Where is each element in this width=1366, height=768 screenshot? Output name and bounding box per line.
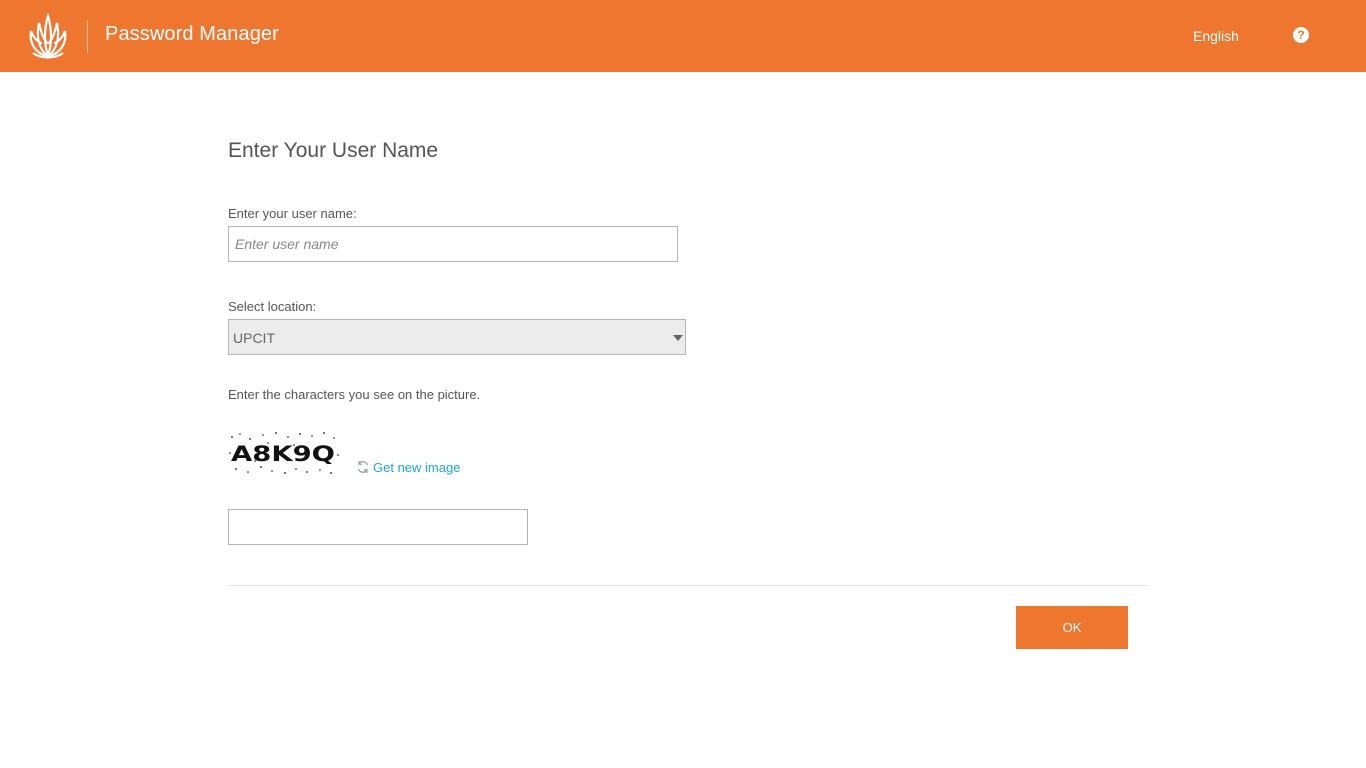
page-title: Enter Your User Name	[228, 139, 439, 162]
captcha-instruction: Enter the characters you see on the pict…	[228, 387, 481, 402]
company-logo-icon	[29, 13, 67, 59]
location-select-value: UPCIT	[233, 330, 275, 346]
captcha-input[interactable]	[228, 509, 528, 545]
captcha-image: A8K9Q	[229, 432, 339, 474]
location-label: Select location:	[228, 299, 317, 314]
chevron-down-icon	[673, 335, 683, 341]
refresh-icon[interactable]	[356, 460, 370, 474]
header-divider	[87, 20, 88, 53]
captcha-text: A8K9Q	[231, 442, 335, 466]
get-new-image-link[interactable]: Get new image	[373, 460, 460, 475]
location-select[interactable]: UPCIT	[228, 319, 686, 355]
app-header: Password Manager English ?	[0, 0, 1366, 72]
language-selector[interactable]: English	[1193, 28, 1239, 44]
form-divider	[228, 585, 1149, 586]
username-label: Enter your user name:	[228, 206, 357, 221]
help-circle-icon[interactable]: ?	[1293, 27, 1309, 43]
app-title: Password Manager	[105, 23, 279, 45]
ok-button[interactable]: OK	[1016, 606, 1128, 649]
username-input[interactable]	[228, 226, 678, 262]
